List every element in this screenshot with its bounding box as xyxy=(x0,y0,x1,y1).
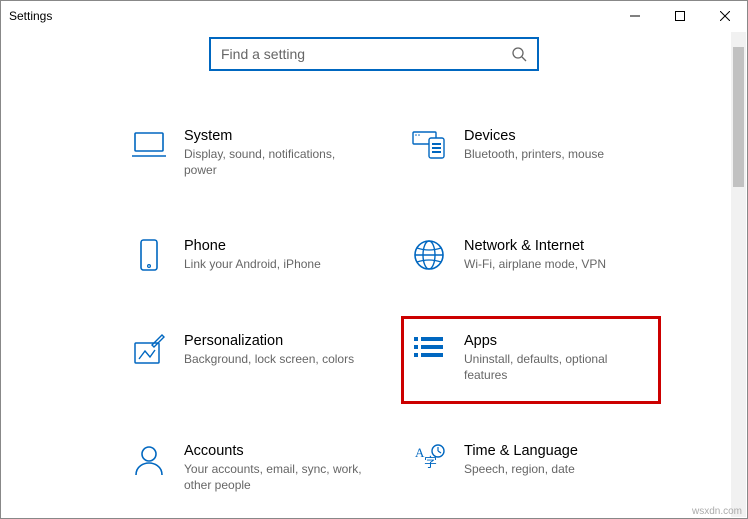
tile-title: System xyxy=(184,128,370,144)
tile-system[interactable]: System Display, sound, notifications, po… xyxy=(121,121,381,185)
tile-title: Personalization xyxy=(184,333,354,349)
apps-icon xyxy=(412,333,446,367)
globe-icon xyxy=(412,238,446,272)
search-container xyxy=(1,37,747,71)
tile-title: Phone xyxy=(184,238,321,254)
search-icon xyxy=(511,46,527,62)
tile-phone[interactable]: Phone Link your Android, iPhone xyxy=(121,231,381,279)
accounts-icon xyxy=(132,443,166,477)
tile-subtitle: Your accounts, email, sync, work, other … xyxy=(184,461,370,493)
phone-icon xyxy=(132,238,166,272)
watermark: wsxdn.com xyxy=(692,506,742,517)
search-input[interactable] xyxy=(221,46,511,62)
tile-apps[interactable]: Apps Uninstall, defaults, optional featu… xyxy=(401,316,661,404)
vertical-scrollbar[interactable] xyxy=(731,32,746,517)
svg-text:字: 字 xyxy=(424,455,437,470)
tile-time-language[interactable]: A 字 Time & Language Speech, region, date xyxy=(401,436,661,500)
minimize-button[interactable] xyxy=(612,1,657,31)
settings-content: System Display, sound, notifications, po… xyxy=(1,121,747,518)
close-button[interactable] xyxy=(702,1,747,31)
tile-subtitle: Bluetooth, printers, mouse xyxy=(464,146,604,162)
time-language-icon: A 字 xyxy=(412,443,446,477)
tile-title: Time & Language xyxy=(464,443,578,459)
devices-icon xyxy=(412,128,446,162)
tile-network[interactable]: Network & Internet Wi-Fi, airplane mode,… xyxy=(401,231,661,279)
tile-accounts[interactable]: Accounts Your accounts, email, sync, wor… xyxy=(121,436,381,500)
personalization-icon xyxy=(132,333,166,367)
tile-title: Accounts xyxy=(184,443,370,459)
tile-title: Network & Internet xyxy=(464,238,606,254)
tile-subtitle: Link your Android, iPhone xyxy=(184,256,321,272)
tile-subtitle: Display, sound, notifications, power xyxy=(184,146,370,178)
scroll-thumb[interactable] xyxy=(733,47,744,187)
tile-personalization[interactable]: Personalization Background, lock screen,… xyxy=(121,326,381,390)
settings-window: Settings System xyxy=(0,0,748,519)
search-box[interactable] xyxy=(209,37,539,71)
tile-subtitle: Wi-Fi, airplane mode, VPN xyxy=(464,256,606,272)
tile-title: Devices xyxy=(464,128,604,144)
settings-grid: System Display, sound, notifications, po… xyxy=(121,121,747,500)
tile-subtitle: Background, lock screen, colors xyxy=(184,351,354,367)
tile-subtitle: Uninstall, defaults, optional features xyxy=(464,351,650,383)
window-controls xyxy=(612,1,747,31)
tile-title: Apps xyxy=(464,333,650,349)
maximize-button[interactable] xyxy=(657,1,702,31)
window-title: Settings xyxy=(9,9,52,23)
tile-subtitle: Speech, region, date xyxy=(464,461,578,477)
tile-devices[interactable]: Devices Bluetooth, printers, mouse xyxy=(401,121,661,185)
system-icon xyxy=(132,128,166,162)
